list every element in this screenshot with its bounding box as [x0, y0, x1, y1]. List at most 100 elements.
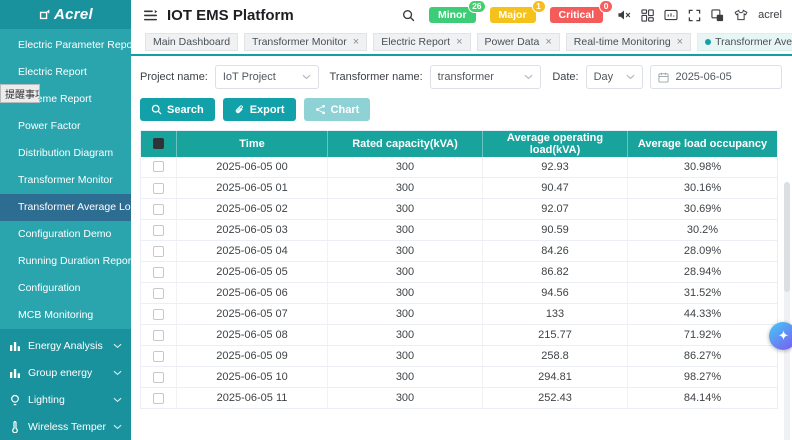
sidebar-item-electric-parameter-report[interactable]: Electric Parameter Report — [0, 32, 131, 59]
tab-main-dashboard[interactable]: Main Dashboard — [145, 33, 238, 51]
table-row: 2025-06-05 0030092.9330.98% — [141, 157, 778, 178]
table-row: 2025-06-05 10300294.8198.27% — [141, 367, 778, 388]
sidebar-item-configuration-demo[interactable]: Configuration Demo — [0, 221, 131, 248]
row-checkbox[interactable] — [153, 393, 164, 404]
cell-time: 2025-06-05 10 — [177, 367, 328, 388]
skin-tshirt-icon[interactable] — [734, 9, 748, 21]
table-body: 2025-06-05 0030092.9330.98%2025-06-05 01… — [141, 157, 778, 409]
sidebar-item-configuration[interactable]: Configuration — [0, 275, 131, 302]
scrollbar-thumb[interactable] — [784, 182, 790, 292]
sidebar-item-transformer-average-loa[interactable]: Transformer Average Loa... — [0, 194, 131, 221]
load-report-table: Time Rated capacity(kVA) Average operati… — [140, 130, 778, 409]
sidebar-item-mcb-monitoring[interactable]: MCB Monitoring — [0, 302, 131, 329]
close-tab-icon[interactable]: × — [545, 37, 551, 48]
alarm-major-button[interactable]: Major1 — [490, 7, 536, 23]
tab-power-data[interactable]: Power Data× — [477, 33, 560, 51]
project-select[interactable]: IoT Project — [215, 65, 319, 89]
fullscreen-icon[interactable] — [688, 9, 701, 22]
close-tab-icon[interactable]: × — [353, 37, 359, 48]
sparkle-icon — [776, 329, 791, 344]
chart-button[interactable]: Chart — [304, 98, 371, 121]
logo: Acrel — [0, 0, 131, 29]
cell-avg-load-occupancy: 28.94% — [628, 262, 778, 283]
alarm-critical-button[interactable]: Critical0 — [550, 7, 604, 23]
sidebar-item-wireless-temperature[interactable]: Wireless Temperature — [0, 413, 131, 440]
username[interactable]: acrel — [758, 9, 782, 21]
cell-rated-capacity: 300 — [328, 325, 483, 346]
cell-avg-operating-load: 90.59 — [483, 220, 628, 241]
table-row: 2025-06-05 0330090.5930.2% — [141, 220, 778, 241]
mute-icon[interactable] — [617, 9, 631, 21]
row-checkbox[interactable] — [153, 372, 164, 383]
search-button[interactable]: Search — [140, 98, 215, 121]
sidebar-item-running-duration-report[interactable]: Running Duration Report — [0, 248, 131, 275]
sidebar-item-distribution-diagram[interactable]: Distribution Diagram — [0, 140, 131, 167]
date-granularity-select[interactable]: Day — [586, 65, 644, 89]
sidebar-item-label: Energy Analysis — [28, 340, 106, 352]
active-tab-dot — [705, 39, 711, 45]
row-checkbox[interactable] — [153, 330, 164, 341]
sidebar-item-label: Group energy — [28, 367, 106, 379]
cell-avg-load-occupancy: 30.69% — [628, 199, 778, 220]
tab-real-time-monitoring[interactable]: Real-time Monitoring× — [566, 33, 691, 51]
cell-avg-operating-load: 92.93 — [483, 157, 628, 178]
assistant-fab-button[interactable] — [769, 322, 792, 350]
row-checkbox-cell — [141, 178, 177, 199]
project-select-value: IoT Project — [223, 71, 296, 83]
sidebar-item-lighting[interactable]: Lighting — [0, 386, 131, 413]
cell-avg-load-occupancy: 31.52% — [628, 283, 778, 304]
row-checkbox[interactable] — [153, 204, 164, 215]
tab-electric-report[interactable]: Electric Report× — [373, 33, 470, 51]
acrel-logo-icon — [38, 9, 50, 21]
table-row: 2025-06-05 0230092.0730.69% — [141, 199, 778, 220]
tab-transformer-average-load-report[interactable]: Transformer Average Load Report× — [697, 33, 792, 51]
scrollbar[interactable] — [784, 182, 790, 440]
col-header-avg-operating-load: Average operating load(kVA) — [483, 131, 628, 157]
row-checkbox[interactable] — [153, 288, 164, 299]
cell-avg-operating-load: 84.26 — [483, 241, 628, 262]
row-checkbox[interactable] — [153, 246, 164, 257]
row-checkbox[interactable] — [153, 309, 164, 320]
search-icon[interactable] — [402, 9, 415, 22]
header-checkbox-cell — [141, 131, 177, 157]
top-bar: IOT EMS Platform Minor26 Major1 Critical0 — [131, 0, 792, 30]
row-checkbox[interactable] — [153, 351, 164, 362]
chevron-down-icon — [113, 343, 122, 349]
sidebar-item-power-factor[interactable]: Power Factor — [0, 113, 131, 140]
chevron-down-icon — [626, 74, 635, 80]
row-checkbox-cell — [141, 199, 177, 220]
row-checkbox[interactable] — [153, 183, 164, 194]
sidebar-item-energy-analysis[interactable]: Energy Analysis — [0, 332, 131, 359]
cell-time: 2025-06-05 05 — [177, 262, 328, 283]
menu-fold-icon[interactable] — [143, 9, 158, 22]
monitor-icon[interactable] — [664, 9, 678, 21]
sidebar-item-electric-report[interactable]: Electric Report — [0, 59, 131, 86]
date-picker-input[interactable]: 2025-06-05 — [650, 65, 782, 89]
close-tab-icon[interactable]: × — [677, 37, 683, 48]
transformer-name-label: Transformer name: — [330, 71, 423, 83]
calendar-icon — [658, 72, 669, 83]
cell-avg-load-occupancy: 30.2% — [628, 220, 778, 241]
table-row: 2025-06-05 0730013344.33% — [141, 304, 778, 325]
grid-layout-icon[interactable] — [641, 9, 654, 22]
row-checkbox[interactable] — [153, 267, 164, 278]
select-all-checkbox[interactable] — [153, 138, 164, 149]
row-checkbox[interactable] — [153, 225, 164, 236]
page-title: IOT EMS Platform — [167, 7, 294, 24]
alarm-minor-button[interactable]: Minor26 — [429, 7, 476, 23]
theme-layers-icon[interactable] — [711, 9, 724, 22]
export-button[interactable]: Export — [223, 98, 296, 121]
transformer-select-value: transformer — [438, 71, 519, 83]
cell-rated-capacity: 300 — [328, 262, 483, 283]
sidebar-item-group-energy[interactable]: Group energy — [0, 359, 131, 386]
tab-transformer-monitor[interactable]: Transformer Monitor× — [244, 33, 367, 51]
row-checkbox-cell — [141, 388, 177, 409]
sidebar-item-transformer-monitor[interactable]: Transformer Monitor — [0, 167, 131, 194]
sidebar-submenu: Electric Parameter ReportElectric Report… — [0, 29, 131, 329]
chevron-down-icon — [524, 74, 533, 80]
transformer-select[interactable]: transformer — [430, 65, 542, 89]
close-tab-icon[interactable]: × — [456, 37, 462, 48]
row-checkbox[interactable] — [153, 161, 164, 172]
col-header-avg-load-occupancy: Average load occupancy — [628, 131, 778, 157]
share-chart-icon — [315, 104, 326, 115]
